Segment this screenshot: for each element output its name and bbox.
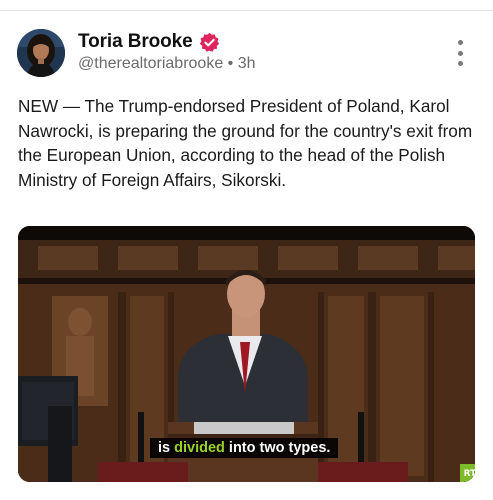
more-dot: [457, 61, 463, 66]
author-name[interactable]: Toria Brooke: [78, 31, 193, 53]
post-body: NEW — The Trump-endorsed President of Po…: [18, 96, 473, 190]
rt-logo: RT: [460, 464, 475, 482]
verified-badge-icon: [199, 32, 220, 53]
meta-separator: •: [227, 55, 234, 72]
more-dot: [457, 40, 463, 45]
more-vertical-icon[interactable]: [452, 40, 468, 66]
author-row: Toria Brooke: [78, 29, 220, 55]
post-meta: @therealtoriabrooke • 3h: [78, 55, 256, 73]
avatar-image: [17, 29, 65, 77]
top-divider: [0, 10, 493, 11]
post-time[interactable]: 3h: [238, 55, 256, 72]
caption-part: into two types.: [224, 440, 331, 456]
caption-part: is: [158, 440, 175, 456]
video-caption: is divided into two types.: [150, 438, 339, 458]
avatar[interactable]: [17, 29, 65, 77]
author-handle[interactable]: @therealtoriabrooke: [78, 55, 223, 72]
more-dot: [457, 50, 463, 56]
caption-highlight: divided: [174, 440, 225, 456]
